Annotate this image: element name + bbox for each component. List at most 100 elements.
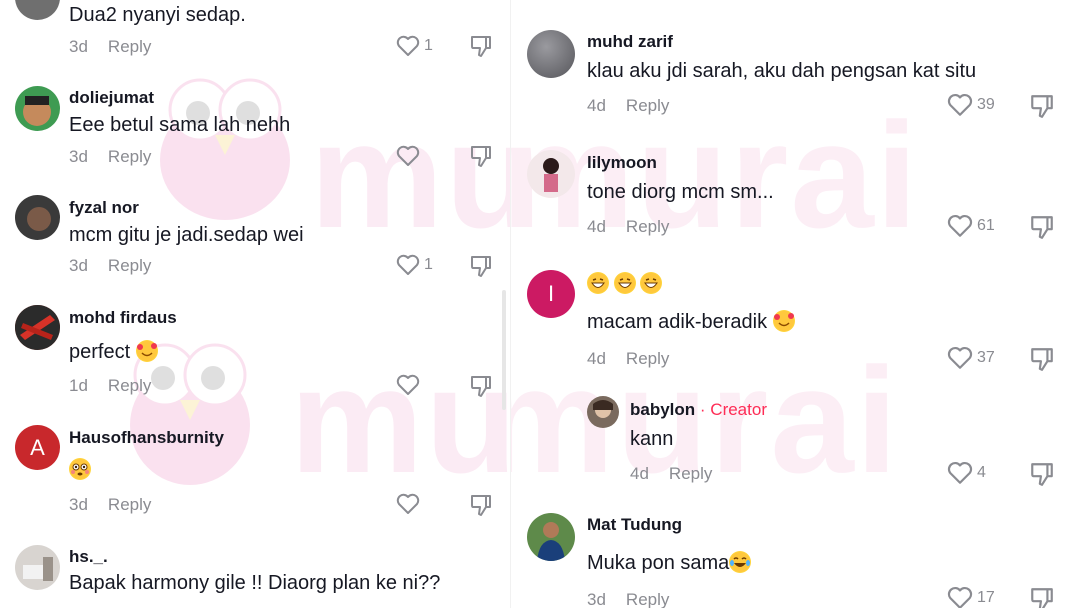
reply-button[interactable]: Reply <box>108 37 151 56</box>
avatar[interactable] <box>587 396 619 428</box>
reply-button[interactable]: Reply <box>626 349 669 368</box>
thumbs-down-icon[interactable] <box>1029 346 1055 372</box>
reply-button[interactable]: Reply <box>626 217 669 236</box>
comment-author[interactable]: Mat Tudung <box>587 515 682 535</box>
heart-icon <box>396 145 420 166</box>
like-button[interactable] <box>396 493 424 515</box>
smiling-hearts-emoji-icon <box>135 340 158 362</box>
thumbs-down-icon[interactable] <box>1029 461 1055 487</box>
scrollbar[interactable] <box>502 290 506 410</box>
watermark-text: murai <box>310 91 510 259</box>
reply-button[interactable]: Reply <box>108 256 151 275</box>
avatar[interactable] <box>15 195 60 240</box>
like-button[interactable]: 39 <box>947 93 995 117</box>
like-count: 17 <box>977 589 995 606</box>
comment-author[interactable]: fyzal nor <box>69 198 139 218</box>
avatar-face-icon <box>593 400 613 418</box>
comment-age: 1d <box>69 376 88 395</box>
comment-author[interactable]: Hausofhansburnity <box>69 428 224 448</box>
comment-meta: 1d Reply <box>69 376 151 396</box>
thumbs-down-icon[interactable] <box>469 34 493 58</box>
avatar-girl-icon <box>543 158 559 192</box>
reply-button[interactable]: Reply <box>108 376 151 395</box>
comment-age: 3d <box>69 37 88 56</box>
like-button[interactable]: 1 <box>396 254 433 276</box>
like-button[interactable] <box>396 145 424 167</box>
comment-text: kann <box>630 428 674 450</box>
smiling-hearts-emoji-icon <box>772 310 795 332</box>
avatar-chili-icon <box>15 305 60 350</box>
avatar[interactable]: A <box>15 425 60 470</box>
avatar[interactable] <box>15 0 60 20</box>
thumbs-down-icon[interactable] <box>469 144 493 168</box>
thumbs-down-icon[interactable] <box>469 254 493 278</box>
avatar[interactable] <box>15 305 60 350</box>
like-count: 39 <box>977 96 995 113</box>
like-count: 61 <box>977 217 995 234</box>
heart-icon <box>947 346 973 369</box>
grinning-emoji-icon <box>613 272 636 294</box>
heart-icon <box>396 35 420 56</box>
watermark-text: murai <box>290 336 510 504</box>
comment-age: 4d <box>587 96 606 115</box>
comment-meta: 4d Reply <box>587 217 669 237</box>
owl-watermark-icon <box>160 78 290 220</box>
heart-icon <box>947 93 973 116</box>
avatar-face-icon <box>23 96 51 126</box>
avatar-face-icon <box>27 207 51 231</box>
thumbs-down-icon[interactable] <box>1029 214 1055 240</box>
comment-author-emojis[interactable] <box>587 272 663 295</box>
comment-meta: 4d Reply <box>630 464 712 484</box>
comment-author[interactable]: hs._. <box>69 547 108 567</box>
comment-author[interactable]: muhd zarif <box>587 32 673 52</box>
heart-icon <box>947 461 973 484</box>
avatar[interactable] <box>15 545 60 590</box>
comment-age: 3d <box>69 256 88 275</box>
comment-author-name: babylon <box>630 400 696 419</box>
left-comment-panel: murai murai Dua2 nyanyi sedap. 3d Reply 1… <box>0 0 510 608</box>
comment-text-content: Muka pon sama <box>587 552 730 574</box>
comment-author[interactable]: mohd firdaus <box>69 308 177 328</box>
reply-button[interactable]: Reply <box>626 96 669 115</box>
reply-button[interactable]: Reply <box>626 590 669 608</box>
comment-text: macam adik-beradik <box>587 310 795 334</box>
comment-author[interactable]: doliejumat <box>69 88 154 108</box>
avatar[interactable] <box>527 513 575 561</box>
comment-meta: 4d Reply <box>587 349 669 369</box>
creator-badge: · Creator <box>699 400 767 419</box>
comment-text: Bapak harmony gile !! Diaorg plan ke ni?… <box>69 572 441 594</box>
reply-button[interactable]: Reply <box>108 495 151 514</box>
avatar[interactable] <box>527 30 575 78</box>
flushed-face-emoji-icon <box>69 458 91 480</box>
like-button[interactable]: 17 <box>947 586 995 608</box>
like-button[interactable]: 37 <box>947 346 995 370</box>
comment-text: Dua2 nyanyi sedap. <box>69 4 246 26</box>
comment-text-content: macam adik-beradik <box>587 311 768 333</box>
avatar[interactable] <box>15 86 60 131</box>
heart-icon <box>396 254 420 275</box>
comment-text: tone diorg mcm sm... <box>587 181 774 203</box>
heart-icon <box>947 586 973 608</box>
avatar[interactable]: I <box>527 270 575 318</box>
comment-meta: 4d Reply <box>587 96 669 116</box>
comment-text: Muka pon sama <box>587 551 752 575</box>
thumbs-down-icon[interactable] <box>469 493 493 517</box>
comment-text: perfect <box>69 340 158 364</box>
like-button[interactable]: 1 <box>396 35 433 57</box>
thumbs-down-icon[interactable] <box>1029 93 1055 119</box>
comment-meta: 3d Reply <box>69 147 151 167</box>
comment-age: 4d <box>587 349 606 368</box>
like-button[interactable] <box>396 374 424 396</box>
thumbs-down-icon[interactable] <box>1029 586 1055 608</box>
thumbs-down-icon[interactable] <box>469 374 493 398</box>
comment-author[interactable]: lilymoon <box>587 153 657 173</box>
comment-author[interactable]: babylon · Creator <box>630 400 767 420</box>
like-button[interactable]: 61 <box>947 214 995 238</box>
avatar[interactable] <box>527 150 575 198</box>
like-count: 1 <box>424 256 433 273</box>
reply-button[interactable]: Reply <box>669 464 712 483</box>
like-button[interactable]: 4 <box>947 461 986 485</box>
reply-button[interactable]: Reply <box>108 147 151 166</box>
tears-of-joy-emoji-icon <box>729 551 752 573</box>
comment-text <box>69 458 91 482</box>
